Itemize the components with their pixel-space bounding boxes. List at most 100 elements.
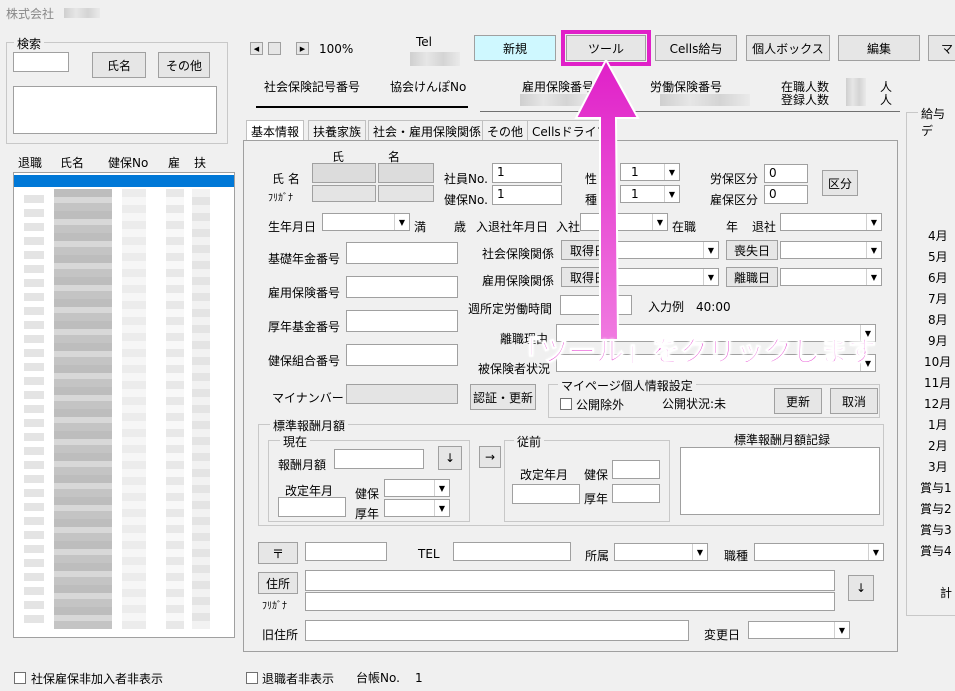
chevron-down-icon[interactable]: ▼ xyxy=(434,500,449,516)
month-label: 1月 xyxy=(928,418,948,432)
mynumber-field[interactable] xyxy=(346,384,458,404)
kenpo-kumiai-field[interactable] xyxy=(346,344,458,366)
hide-unjoined-checkbox[interactable] xyxy=(14,672,26,684)
mypage-cancel-button[interactable]: 取消 xyxy=(830,388,878,414)
koyo-kankei-label: 雇用保険関係 xyxy=(482,274,555,288)
chevron-down-icon[interactable]: ▼ xyxy=(434,480,449,496)
birthday-select[interactable]: ▼ xyxy=(322,213,410,231)
extra-button[interactable]: マ xyxy=(928,35,955,61)
month-label: 11月 xyxy=(924,376,952,390)
zoom-left-icon[interactable]: ◀ xyxy=(250,42,263,55)
kokai-jogai-checkbox[interactable] xyxy=(560,398,572,410)
month-label: 5月 xyxy=(928,250,948,264)
zoom-slider-handle[interactable] xyxy=(268,42,281,55)
last-name-field[interactable] xyxy=(312,163,376,183)
address-down-button[interactable]: ↓ xyxy=(848,575,874,601)
koyo-bango-field[interactable] xyxy=(346,276,458,298)
current-kosei-select[interactable]: ▼ xyxy=(384,499,450,517)
zaishoku-years-label: 在職 xyxy=(672,220,697,234)
month-label: 賞与2 xyxy=(920,502,952,516)
soshitsu-button[interactable]: 喪失日 xyxy=(726,240,778,260)
postal-field[interactable] xyxy=(305,542,387,561)
new-button[interactable]: 新規 xyxy=(474,35,556,61)
taisha-select[interactable]: ▼ xyxy=(780,213,882,231)
rodo-kubun-field[interactable]: 0 xyxy=(764,164,808,183)
month-label: 賞与3 xyxy=(920,523,952,537)
address-kana-field[interactable] xyxy=(305,592,835,611)
monthly-pay-down-button[interactable]: ↓ xyxy=(438,446,462,470)
selected-row[interactable] xyxy=(14,175,234,187)
chevron-down-icon[interactable]: ▼ xyxy=(703,269,718,285)
kosei-label: 厚年基金番号 xyxy=(268,320,341,334)
chevron-down-icon[interactable]: ▼ xyxy=(866,214,881,230)
current-pay-title: 現在 xyxy=(280,433,311,450)
revision-field[interactable] xyxy=(278,497,346,517)
zoom-right-icon[interactable]: ▶ xyxy=(296,42,309,55)
chevron-down-icon[interactable]: ▼ xyxy=(394,214,409,230)
address-button[interactable]: 住所 xyxy=(258,572,298,594)
employee-no-field[interactable]: 1 xyxy=(492,163,562,183)
search-name-button[interactable]: 氏名 xyxy=(92,52,146,78)
furigana-label: ﾌﾘｶﾞﾅ xyxy=(268,193,293,204)
chevron-down-icon[interactable]: ▼ xyxy=(866,269,881,285)
employee-list[interactable] xyxy=(13,172,235,638)
old-address-field[interactable] xyxy=(305,620,689,641)
rishoku-select[interactable]: ▼ xyxy=(780,268,882,286)
prev-kenpo-field[interactable] xyxy=(612,460,660,479)
kosei-field[interactable] xyxy=(346,310,458,332)
chevron-down-icon[interactable]: ▼ xyxy=(703,242,718,258)
rishoku-button[interactable]: 離職日 xyxy=(726,267,778,287)
zoom-level: 100% xyxy=(319,42,354,56)
pay-record-list[interactable] xyxy=(680,447,880,515)
list-header-kenpo: 健保No xyxy=(108,156,149,170)
tab-basic[interactable]: 基本情報 xyxy=(246,120,305,140)
month-label: 6月 xyxy=(928,271,948,285)
tab-other[interactable]: その他 xyxy=(482,120,529,140)
auth-update-button[interactable]: 認証・更新 xyxy=(470,384,536,410)
change-date-select[interactable]: ▼ xyxy=(748,621,850,639)
chevron-down-icon[interactable]: ▼ xyxy=(664,186,679,202)
list-column-retired xyxy=(24,189,44,629)
monthly-pay-field[interactable] xyxy=(334,449,424,469)
kokai-jogai-label: 公開除外 xyxy=(576,398,625,412)
tel-field[interactable] xyxy=(453,542,571,561)
tab-insurance[interactable]: 社会・雇用保険関係 xyxy=(368,120,487,140)
chevron-down-icon[interactable]: ▼ xyxy=(866,242,881,258)
sai-label: 歳 xyxy=(454,220,467,234)
prev-revision-field[interactable] xyxy=(512,484,580,504)
personal-box-button[interactable]: 個人ボックス xyxy=(746,35,830,61)
copy-to-previous-button[interactable]: → xyxy=(479,446,501,468)
chevron-down-icon[interactable]: ▼ xyxy=(664,164,679,180)
search-other-button[interactable]: その他 xyxy=(158,52,210,78)
shokushu-select[interactable]: ▼ xyxy=(754,543,884,561)
chevron-down-icon[interactable]: ▼ xyxy=(868,544,883,560)
mynumber-label: マイナンバー xyxy=(272,391,344,405)
hide-retired-checkbox[interactable] xyxy=(246,672,258,684)
weekly-hours-label: 週所定労働時間 xyxy=(468,302,553,316)
first-name-kana-field[interactable] xyxy=(378,185,434,202)
pay-record-title: 標準報酬月額記録 xyxy=(734,433,831,447)
chevron-down-icon[interactable]: ▼ xyxy=(834,622,849,638)
chevron-down-icon[interactable]: ▼ xyxy=(692,544,707,560)
current-kenpo-select[interactable]: ▼ xyxy=(384,479,450,497)
soshitsu-select[interactable]: ▼ xyxy=(780,241,882,259)
first-name-field[interactable] xyxy=(378,163,434,183)
edit-button[interactable]: 編集 xyxy=(838,35,920,61)
month-label: 3月 xyxy=(928,460,948,474)
last-name-kana-field[interactable] xyxy=(312,185,376,202)
tab-dependents[interactable]: 扶養家族 xyxy=(308,120,367,140)
cells-salary-button[interactable]: Cells給与 xyxy=(655,35,737,61)
hide-unjoined-label: 社保雇保非加入者非表示 xyxy=(31,672,164,686)
kenpo-no-field[interactable]: 1 xyxy=(492,185,562,205)
kubun-button[interactable]: 区分 xyxy=(822,170,858,196)
postal-button[interactable]: 〒 xyxy=(258,542,298,564)
shozoku-select[interactable]: ▼ xyxy=(614,543,708,561)
mypage-title: マイページ個人情報設定 xyxy=(558,377,696,394)
old-address-label: 旧住所 xyxy=(262,628,299,642)
koyo-kubun-field[interactable]: 0 xyxy=(764,185,808,204)
kiso-field[interactable] xyxy=(346,242,458,264)
address-field[interactable] xyxy=(305,570,835,591)
mypage-update-button[interactable]: 更新 xyxy=(774,388,822,414)
prev-kosei-field[interactable] xyxy=(612,484,660,503)
search-input[interactable] xyxy=(13,52,69,72)
